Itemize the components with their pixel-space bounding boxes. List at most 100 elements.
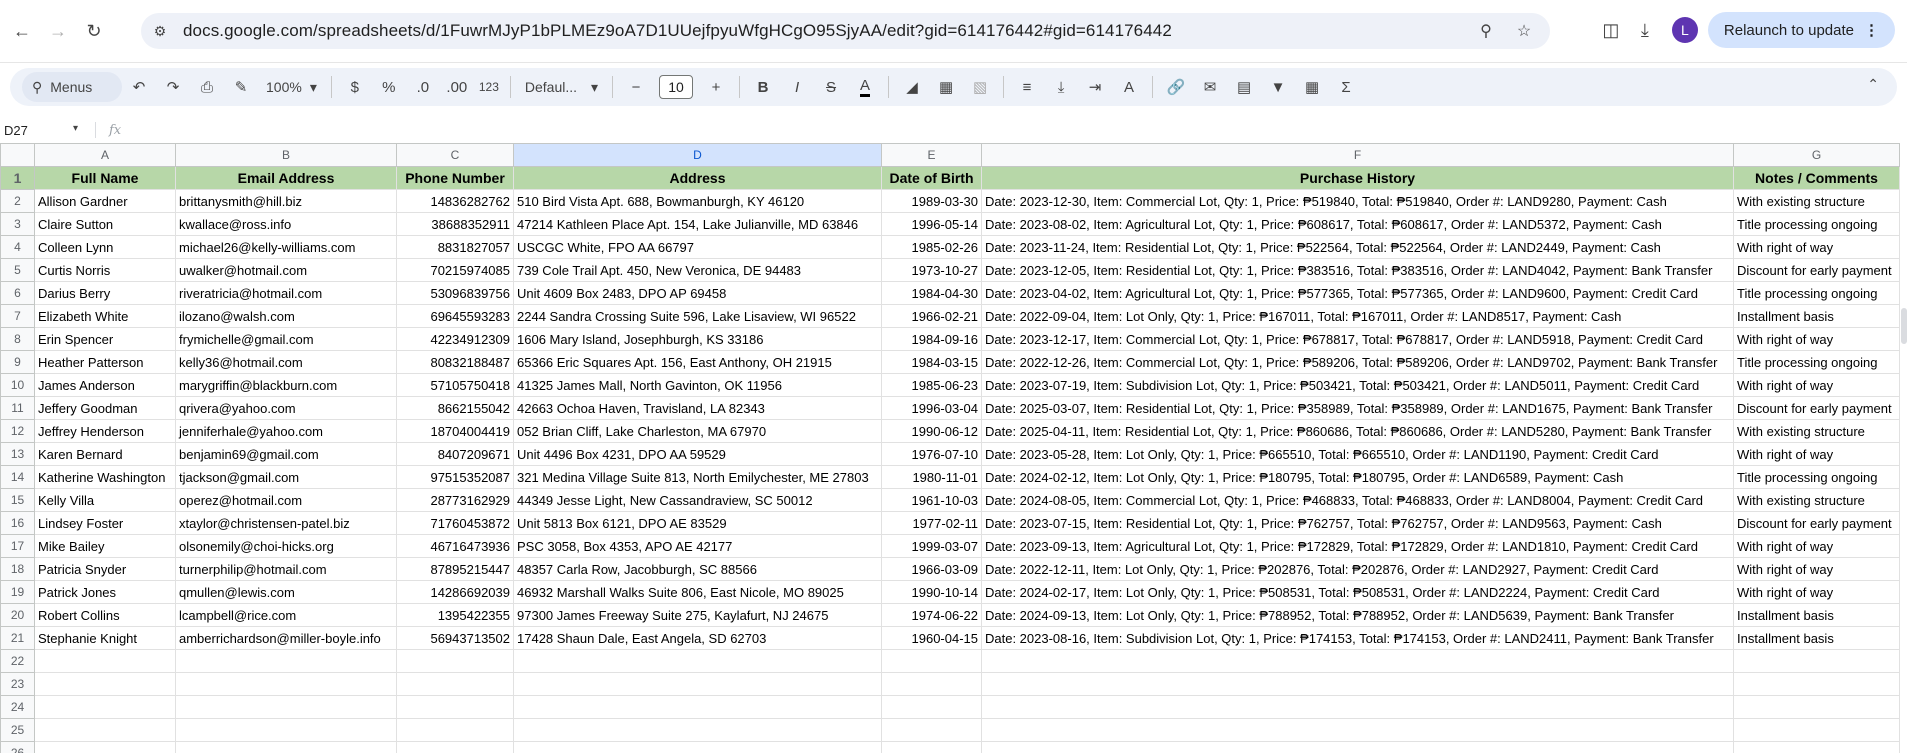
cell-b19[interactable]: qmullen@lewis.com	[175, 580, 397, 604]
row-header[interactable]: 20	[0, 603, 35, 627]
cell-d22[interactable]	[513, 649, 882, 673]
cell-c16[interactable]: 71760453872	[396, 511, 514, 535]
spreadsheet-grid[interactable]: ABCDEFG 1 Full Name Email Address Phone Num…	[0, 143, 1907, 753]
cell-d5[interactable]: 739 Cole Trail Apt. 450, New Veronica, D…	[513, 258, 882, 282]
cell-a3[interactable]: Claire Sutton	[34, 212, 176, 236]
extensions-icon[interactable]: ◫	[1594, 12, 1628, 48]
column-header-c[interactable]: C	[396, 143, 514, 167]
column-header-b[interactable]: B	[175, 143, 397, 167]
cell-a17[interactable]: Mike Bailey	[34, 534, 176, 558]
cell-f2[interactable]: Date: 2023-12-30, Item: Commercial Lot, …	[981, 189, 1734, 213]
cell-d9[interactable]: 65366 Eric Squares Apt. 156, East Anthon…	[513, 350, 882, 374]
cell-b24[interactable]	[175, 695, 397, 719]
cell-c9[interactable]: 80832188487	[396, 350, 514, 374]
row-header[interactable]: 11	[0, 396, 35, 420]
cell-b13[interactable]: benjamin69@gmail.com	[175, 442, 397, 466]
increase-font-size-icon[interactable]: +	[704, 73, 728, 101]
cell-f1[interactable]: Purchase History	[981, 166, 1734, 190]
cell-a11[interactable]: Jeffery Goodman	[34, 396, 176, 420]
cell-a21[interactable]: Stephanie Knight	[34, 626, 176, 650]
cell-d18[interactable]: 48357 Carla Row, Jacobburgh, SC 88566	[513, 557, 882, 581]
cell-a1[interactable]: Full Name	[34, 166, 176, 190]
row-header[interactable]: 25	[0, 718, 35, 742]
cell-f19[interactable]: Date: 2024-02-17, Item: Lot Only, Qty: 1…	[981, 580, 1734, 604]
cell-a13[interactable]: Karen Bernard	[34, 442, 176, 466]
row-header[interactable]: 18	[0, 557, 35, 581]
cell-e2[interactable]: 1989-03-30	[881, 189, 982, 213]
cell-f20[interactable]: Date: 2024-09-13, Item: Lot Only, Qty: 1…	[981, 603, 1734, 627]
increase-decimal-button[interactable]: .00	[445, 73, 469, 101]
cell-f8[interactable]: Date: 2023-12-17, Item: Commercial Lot, …	[981, 327, 1734, 351]
row-header[interactable]: 2	[0, 189, 35, 213]
cell-a14[interactable]: Katherine Washington	[34, 465, 176, 489]
cell-a26[interactable]	[34, 741, 176, 753]
cell-b6[interactable]: riveratricia@hotmail.com	[175, 281, 397, 305]
row-header[interactable]: 22	[0, 649, 35, 673]
cell-d10[interactable]: 41325 James Mall, North Gavinton, OK 119…	[513, 373, 882, 397]
cell-g6[interactable]: Title processing ongoing	[1733, 281, 1900, 305]
cell-e18[interactable]: 1966-03-09	[881, 557, 982, 581]
cell-f23[interactable]	[981, 672, 1734, 696]
cell-d3[interactable]: 47214 Kathleen Place Apt. 154, Lake Juli…	[513, 212, 882, 236]
cell-b12[interactable]: jenniferhale@yahoo.com	[175, 419, 397, 443]
cell-d21[interactable]: 17428 Shaun Dale, East Angela, SD 62703	[513, 626, 882, 650]
cell-b5[interactable]: uwalker@hotmail.com	[175, 258, 397, 282]
cell-g7[interactable]: Installment basis	[1733, 304, 1900, 328]
text-color-button[interactable]: A	[860, 77, 871, 97]
cell-e7[interactable]: 1966-02-21	[881, 304, 982, 328]
cell-a25[interactable]	[34, 718, 176, 742]
cell-d23[interactable]	[513, 672, 882, 696]
cell-d15[interactable]: 44349 Jesse Light, New Cassandraview, SC…	[513, 488, 882, 512]
row-header[interactable]: 24	[0, 695, 35, 719]
cell-c19[interactable]: 14286692039	[396, 580, 514, 604]
row-header[interactable]: 8	[0, 327, 35, 351]
zoom-magnifier-icon[interactable]: ⚲	[1474, 19, 1498, 43]
cell-b21[interactable]: amberrichardson@miller-boyle.info	[175, 626, 397, 650]
cell-a16[interactable]: Lindsey Foster	[34, 511, 176, 535]
cell-d11[interactable]: 42663 Ochoa Haven, Travisland, LA 82343	[513, 396, 882, 420]
row-header[interactable]: 19	[0, 580, 35, 604]
cell-c10[interactable]: 57105750418	[396, 373, 514, 397]
cell-c3[interactable]: 38688352911	[396, 212, 514, 236]
cell-c7[interactable]: 69645593283	[396, 304, 514, 328]
cell-c15[interactable]: 28773162929	[396, 488, 514, 512]
cell-g3[interactable]: Title processing ongoing	[1733, 212, 1900, 236]
cell-g8[interactable]: With right of way	[1733, 327, 1900, 351]
row-header[interactable]: 5	[0, 258, 35, 282]
cell-c26[interactable]	[396, 741, 514, 753]
cell-a22[interactable]	[34, 649, 176, 673]
cell-g2[interactable]: With existing structure	[1733, 189, 1900, 213]
insert-comment-icon[interactable]: ✉	[1198, 73, 1222, 101]
cell-g24[interactable]	[1733, 695, 1900, 719]
cell-b4[interactable]: michael26@kelly-williams.com	[175, 235, 397, 259]
row-header[interactable]: 10	[0, 373, 35, 397]
address-bar[interactable]: ⚙ docs.google.com/spreadsheets/d/1FuwrMJ…	[141, 13, 1550, 49]
cell-d14[interactable]: 321 Medina Village Suite 813, North Emil…	[513, 465, 882, 489]
cell-g13[interactable]: With right of way	[1733, 442, 1900, 466]
column-header-d[interactable]: D	[513, 143, 882, 167]
cell-b25[interactable]	[175, 718, 397, 742]
cell-c22[interactable]	[396, 649, 514, 673]
cell-f4[interactable]: Date: 2023-11-24, Item: Residential Lot,…	[981, 235, 1734, 259]
cell-c21[interactable]: 56943713502	[396, 626, 514, 650]
cell-g18[interactable]: With right of way	[1733, 557, 1900, 581]
cell-g26[interactable]	[1733, 741, 1900, 753]
cell-g11[interactable]: Discount for early payment	[1733, 396, 1900, 420]
cell-b23[interactable]	[175, 672, 397, 696]
cell-b26[interactable]	[175, 741, 397, 753]
cell-d19[interactable]: 46932 Marshall Walks Suite 806, East Nic…	[513, 580, 882, 604]
cell-g23[interactable]	[1733, 672, 1900, 696]
decrease-font-size-icon[interactable]: −	[624, 73, 648, 101]
cell-d26[interactable]	[513, 741, 882, 753]
cell-g22[interactable]	[1733, 649, 1900, 673]
cell-f12[interactable]: Date: 2025-04-11, Item: Residential Lot,…	[981, 419, 1734, 443]
cell-e1[interactable]: Date of Birth	[881, 166, 982, 190]
row-header[interactable]: 7	[0, 304, 35, 328]
cell-c11[interactable]: 8662155042	[396, 396, 514, 420]
chevron-up-icon[interactable]: ⌃	[1867, 76, 1879, 93]
row-header[interactable]: 17	[0, 534, 35, 558]
cell-g12[interactable]: With existing structure	[1733, 419, 1900, 443]
number-format-button[interactable]: 123	[479, 73, 499, 101]
cell-f16[interactable]: Date: 2023-07-15, Item: Residential Lot,…	[981, 511, 1734, 535]
cell-e11[interactable]: 1996-03-04	[881, 396, 982, 420]
